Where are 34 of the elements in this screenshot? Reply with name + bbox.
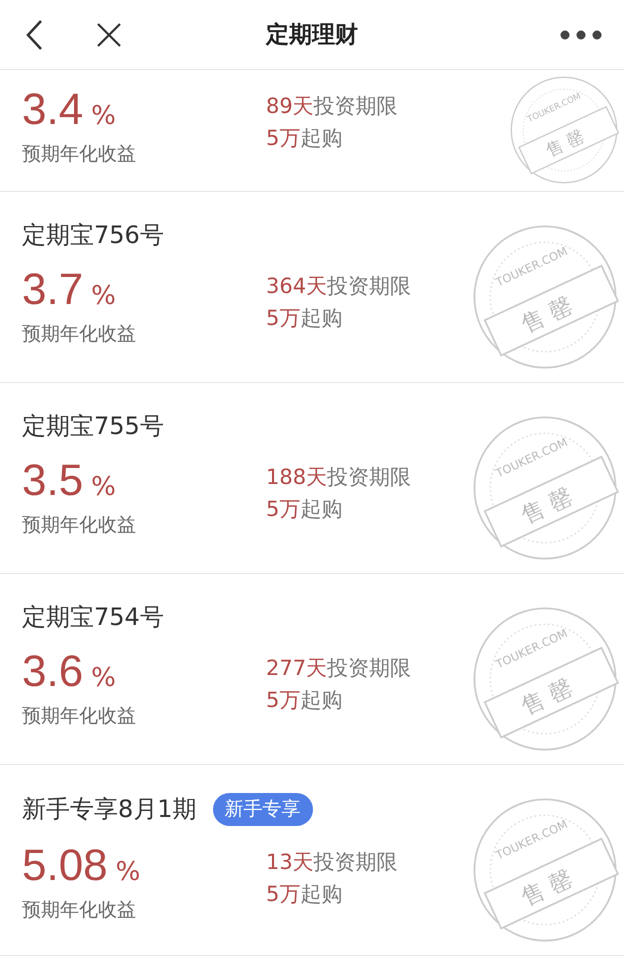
term-text: 89天投资期限: [266, 93, 398, 120]
rate-label: 预期年化收益: [22, 704, 137, 729]
percent-sign: %: [116, 856, 140, 888]
product-title: 定期宝756号: [22, 220, 164, 250]
term-text: 188天投资期限: [266, 464, 412, 491]
term-text: 364天投资期限: [266, 273, 412, 300]
product-title: 定期宝754号: [22, 602, 164, 632]
minimum-text: 5万起购: [266, 880, 344, 908]
percent-sign: %: [91, 280, 116, 313]
percent-sign: %: [91, 471, 116, 504]
minimum-text: 5万起购: [266, 687, 344, 714]
close-icon[interactable]: [96, 22, 122, 48]
percent-sign: %: [91, 100, 116, 133]
rate-label: 预期年化收益: [22, 322, 137, 347]
product-tag: 新手专享: [212, 793, 313, 826]
term-text: 277天投资期限: [266, 655, 412, 682]
more-icon[interactable]: [560, 30, 602, 40]
minimum-text: 5万起购: [266, 125, 344, 152]
rate-label: 预期年化收益: [22, 513, 137, 538]
product-title: 定期宝755号: [22, 411, 164, 441]
rate-value: 5.08: [22, 842, 108, 890]
back-icon[interactable]: [24, 18, 44, 50]
rate-value: 3.7: [22, 266, 84, 314]
minimum-text: 5万起购: [266, 496, 344, 523]
product-title: 新手专享8月1期: [22, 794, 197, 824]
rate-value: 3.5: [22, 457, 84, 505]
rate-value: 3.6: [22, 648, 84, 696]
rate-label: 预期年化收益: [22, 898, 137, 922]
rate-value: 3.4: [22, 86, 84, 134]
page-title: 定期理财: [266, 20, 358, 50]
term-text: 13天投资期限: [266, 848, 398, 876]
minimum-text: 5万起购: [266, 305, 344, 332]
rate-label: 预期年化收益: [22, 142, 137, 167]
percent-sign: %: [91, 662, 116, 695]
